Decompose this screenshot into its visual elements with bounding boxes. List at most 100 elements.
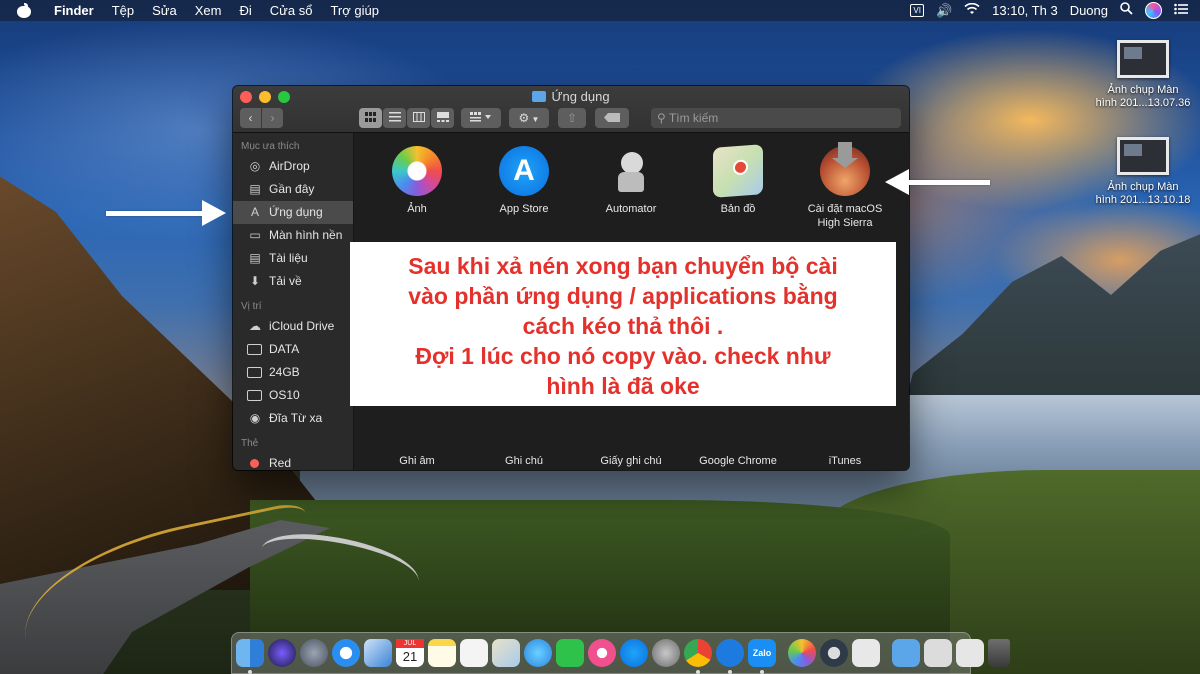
instruction-annotation: Sau khi xả nén xong bạn chuyển bộ cài và… (350, 242, 896, 406)
volume-icon[interactable]: 🔊 (936, 0, 952, 21)
photos-icon (392, 146, 442, 196)
sidebar-item-24gb-disk[interactable]: 24GB (233, 361, 353, 384)
remote-disc-icon: ◉ (249, 411, 261, 425)
menu-view[interactable]: Xem (186, 0, 231, 21)
app-item-notes[interactable]: Ghi chú (472, 454, 576, 468)
siri-dock-icon[interactable] (268, 639, 296, 667)
apple-menu-icon[interactable] (17, 3, 31, 18)
column-view-button[interactable] (407, 108, 430, 128)
menu-help[interactable]: Trợ giúp (321, 0, 388, 21)
gallery-view-button[interactable] (431, 108, 454, 128)
app-label: Ảnh (407, 203, 427, 215)
wifi-icon[interactable] (964, 0, 980, 21)
calendar-day: 21 (402, 649, 418, 664)
window-title-text: Ứng dụng (551, 89, 610, 104)
sidebar-item-icloud-drive[interactable]: ☁ iCloud Drive (233, 315, 353, 338)
sidebar-item-label: Tài liệu (269, 251, 308, 265)
facetime-dock-icon[interactable] (556, 639, 584, 667)
app-item-google-chrome[interactable]: Google Chrome (686, 454, 790, 468)
sidebar-item-downloads[interactable]: ⬇ Tải về (233, 270, 353, 293)
sidebar-section-locations: Vị trí (241, 301, 262, 312)
app-store-dock-icon[interactable] (620, 639, 648, 667)
menu-window[interactable]: Cửa sổ (261, 0, 322, 21)
annotation-arrow-right-icon (106, 200, 226, 226)
sidebar-item-label: OS10 (269, 388, 300, 402)
share-icon: ⇧ (566, 111, 578, 125)
disk-icon (247, 367, 262, 378)
desktop-file-screenshot-1[interactable]: Ảnh chụp Màn hình 201...13.07.36 (1088, 40, 1198, 110)
spotlight-search-icon[interactable] (1120, 0, 1133, 21)
downloads-stack-dock-icon[interactable] (924, 639, 952, 667)
input-source-icon[interactable]: VI (910, 4, 924, 17)
app-item-install-macos-high-sierra[interactable]: Cài đặt macOS High Sierra (793, 142, 897, 230)
menu-edit[interactable]: Sửa (143, 0, 186, 21)
sidebar-item-tag-red[interactable]: Red (233, 452, 353, 470)
menu-go[interactable]: Đi (230, 0, 260, 21)
maps-dock-icon[interactable] (492, 639, 520, 667)
sidebar-item-recents[interactable]: ▤ Gần đây (233, 178, 353, 201)
sidebar-item-airdrop[interactable]: ◎ AirDrop (233, 155, 353, 178)
recent-document-dock-icon[interactable] (956, 639, 984, 667)
teamviewer-dock-icon[interactable] (716, 639, 744, 674)
search-input[interactable]: ⚲ Tìm kiếm (651, 108, 901, 128)
trash-dock-icon[interactable] (988, 639, 1010, 667)
screenshot-thumbnail-icon (1117, 40, 1169, 78)
reminders-dock-icon[interactable] (460, 639, 488, 667)
action-button[interactable]: ⚙ ▼ (509, 108, 549, 128)
icloud-icon: ☁ (249, 319, 261, 333)
disk-icon (247, 344, 262, 355)
menu-clock[interactable]: 13:10, Th 3 (992, 3, 1058, 18)
annotation-line: Sau khi xả nén xong bạn chuyển bộ cài (408, 253, 838, 279)
desktop-file-screenshot-2[interactable]: Ảnh chụp Màn hình 201...13.10.18 (1088, 137, 1198, 207)
system-preferences-dock-icon[interactable] (652, 639, 680, 667)
group-by-button[interactable] (461, 108, 501, 128)
finder-dock-icon[interactable] (236, 639, 264, 674)
sidebar-item-label: Màn hình nền (269, 228, 343, 242)
sidebar-item-os10-disk[interactable]: OS10 (233, 384, 353, 407)
sidebar-item-applications[interactable]: A Ứng dụng (233, 201, 353, 224)
disk-icon (247, 390, 262, 401)
launchpad-dock-icon[interactable] (300, 639, 328, 667)
sidebar-item-documents[interactable]: ▤ Tài liệu (233, 247, 353, 270)
app-item-app-store[interactable]: App Store (472, 146, 576, 216)
sidebar-item-data-disk[interactable]: DATA (233, 338, 353, 361)
list-view-button[interactable] (383, 108, 406, 128)
notification-center-icon[interactable] (1174, 0, 1188, 21)
mail-dock-icon[interactable] (364, 639, 392, 667)
sidebar-item-remote-disc[interactable]: ◉ Đĩa Từ xa (233, 407, 353, 430)
app-item-automator[interactable]: Automator (579, 146, 683, 216)
app-item-maps[interactable]: Bản đồ (686, 144, 790, 216)
app-label: App Store (499, 203, 549, 215)
app-item-itunes[interactable]: iTunes (793, 454, 897, 468)
preview-dock-icon[interactable] (852, 639, 880, 667)
window-title: Ứng dụng (233, 89, 909, 104)
finder-toolbar: ‹ › ⚙ ▼ ⇧ ⚲ Tìm kiếm (233, 108, 909, 130)
finder-titlebar[interactable]: Ứng dụng ‹ › ⚙ ▼ ⇧ ⚲ Tìm kiếm (233, 86, 909, 133)
siri-icon[interactable] (1145, 2, 1162, 19)
menu-file[interactable]: Tệp (103, 0, 143, 21)
sidebar-section-favorites: Mục ưa thích (241, 141, 300, 152)
messages-dock-icon[interactable] (524, 639, 552, 667)
sidebar-item-desktop[interactable]: ▭ Màn hình nền (233, 224, 353, 247)
menu-app-finder[interactable]: Finder (45, 0, 103, 21)
app-item-photos[interactable]: Ảnh (365, 146, 469, 216)
airdrop-icon: ◎ (249, 159, 261, 173)
menu-user[interactable]: Duong (1070, 3, 1108, 18)
forward-button[interactable]: › (262, 108, 283, 128)
app-item-voice-memos[interactable]: Ghi âm (365, 454, 469, 468)
photos-dock-icon[interactable] (788, 639, 816, 667)
safari-dock-icon[interactable] (332, 639, 360, 667)
zalo-label: Zalo (752, 648, 772, 658)
itunes-dock-icon[interactable] (588, 639, 616, 667)
edit-tags-button[interactable] (595, 108, 629, 128)
share-button[interactable]: ⇧ (558, 108, 586, 128)
back-button[interactable]: ‹ (240, 108, 262, 128)
quicktime-dock-icon[interactable] (820, 639, 848, 667)
calendar-dock-icon[interactable]: JUL 21 (396, 639, 424, 667)
applications-folder-dock-icon[interactable] (892, 639, 920, 667)
app-item-stickies[interactable]: Giấy ghi chú (579, 454, 683, 468)
notes-dock-icon[interactable] (428, 639, 456, 667)
icon-view-button[interactable] (359, 108, 382, 128)
chrome-dock-icon[interactable] (684, 639, 712, 674)
zalo-dock-icon[interactable]: Zalo (748, 639, 776, 674)
